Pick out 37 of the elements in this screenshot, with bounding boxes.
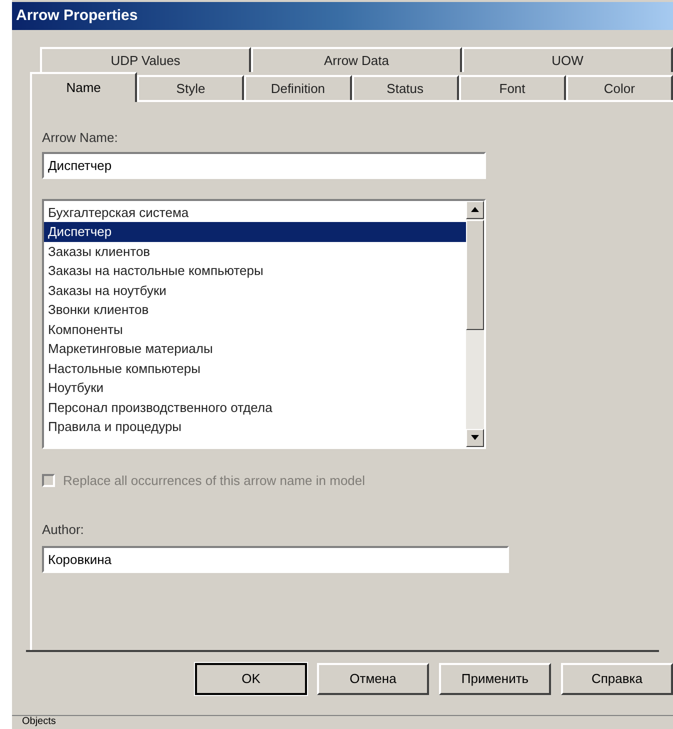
tab[interactable]: UDP Values xyxy=(40,47,251,72)
tab[interactable]: Font xyxy=(458,75,566,100)
list-item[interactable]: Заказы клиентов xyxy=(44,242,466,261)
tab[interactable]: Definition xyxy=(244,75,352,100)
list-item[interactable]: Компоненты xyxy=(44,320,466,339)
list-box[interactable] xyxy=(42,198,486,448)
list-item[interactable]: Маркетинговые материалы xyxy=(44,339,466,358)
dialog-button[interactable]: Применить xyxy=(439,663,551,695)
list-item[interactable]: Настольные компьютеры xyxy=(44,358,466,378)
dialog-button[interactable]: OK xyxy=(195,663,307,695)
scrollbar[interactable] xyxy=(466,200,484,446)
taskbar-label[interactable]: Objects xyxy=(22,716,56,728)
dialog-button[interactable]: Справка xyxy=(561,663,673,695)
input-field[interactable]: Коровкина xyxy=(42,546,509,572)
list-item[interactable]: Заказы на настольные компьютеры xyxy=(44,261,466,280)
input-field[interactable]: Диспетчер xyxy=(42,152,486,178)
list-item[interactable]: Ноутбуки xyxy=(44,378,466,398)
scroll-up-icon[interactable] xyxy=(471,207,479,212)
list-item[interactable]: Правила и процедуры xyxy=(44,417,466,436)
tab[interactable]: Color xyxy=(566,75,673,100)
tab[interactable]: Status xyxy=(352,75,459,100)
tab[interactable]: Style xyxy=(137,75,244,100)
list-item[interactable]: Диспетчер xyxy=(44,222,466,242)
list-item[interactable]: Звонки клиентов xyxy=(44,300,466,320)
list-item[interactable]: Персонал производственного отдела xyxy=(44,398,466,417)
dialog-button[interactable]: Отмена xyxy=(317,663,429,695)
scroll-down-icon[interactable] xyxy=(471,435,479,440)
field-label: Author: xyxy=(42,521,85,539)
window-title: Arrow Properties xyxy=(16,6,138,26)
field-label: Arrow Name: xyxy=(42,129,119,147)
tab[interactable]: Name xyxy=(30,72,138,102)
tab[interactable]: UOW xyxy=(462,47,673,72)
tab[interactable]: Arrow Data xyxy=(251,47,462,72)
list-item[interactable]: Бухгалтерская система xyxy=(44,202,466,222)
scroll-thumb[interactable] xyxy=(466,220,484,330)
list-item[interactable]: Заказы на ноутбуки xyxy=(44,280,466,300)
checkbox-label: Replace all occurrences of this arrow name in model xyxy=(63,472,366,490)
